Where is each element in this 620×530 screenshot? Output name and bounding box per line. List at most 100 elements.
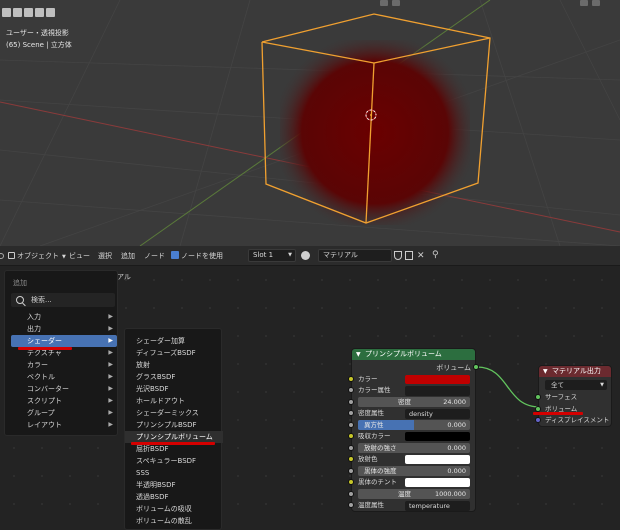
surface-input-socket[interactable] <box>535 394 541 400</box>
temperature-field[interactable]: 温度 1000.000 <box>358 489 470 499</box>
node-header[interactable]: ▼ プリンシプルボリューム <box>352 349 475 360</box>
shader-add-shader[interactable]: シェーダー加算 <box>125 335 223 347</box>
menu-item-input[interactable]: 入力 ▶ <box>11 311 117 323</box>
menu-item-label: グループ <box>27 409 55 417</box>
menu-item-vector[interactable]: ベクトル ▶ <box>11 371 117 383</box>
collapse-chevron-icon[interactable]: ▼ <box>543 366 548 377</box>
absorption-swatch[interactable] <box>405 432 470 441</box>
menu-view[interactable]: ビュー <box>69 250 90 262</box>
menu-item-color[interactable]: カラー ▶ <box>11 359 117 371</box>
shader-emission[interactable]: 放射 <box>125 359 223 371</box>
target-dropdown[interactable]: 全て ▼ <box>545 380 607 390</box>
shader-volume-scatter[interactable]: ボリュームの散乱 <box>125 515 223 527</box>
anisotropy-field[interactable]: 異方性 0.000 <box>358 420 470 430</box>
node-header[interactable]: ▼ マテリアル出力 <box>539 366 611 377</box>
add-menu-title: 追加 <box>13 279 27 287</box>
blackbody-tint-socket[interactable] <box>348 479 354 485</box>
principled-volume-node[interactable]: ▼ プリンシプルボリューム ボリューム カラー カラー属性 密度 24.000 … <box>348 348 479 512</box>
3d-viewport[interactable]: ユーザー・透視投影 (65) Scene | 立方体 <box>0 0 620 246</box>
shader-glass-bsdf[interactable]: グラスBSDF <box>125 371 223 383</box>
submenu-arrow-icon: ▶ <box>108 337 113 344</box>
slot-dropdown[interactable]: Slot 1 ▼ <box>248 249 296 262</box>
blackbody-socket[interactable] <box>348 468 354 474</box>
shader-specular-bsdf[interactable]: スペキュラーBSDF <box>125 455 223 467</box>
menu-add[interactable]: 追加 <box>121 250 135 262</box>
color-input-socket[interactable] <box>348 376 354 382</box>
overlay-options-icon[interactable] <box>392 0 400 6</box>
color-attr-field[interactable] <box>405 386 470 396</box>
view-name: ユーザー・透視投影 <box>6 29 69 37</box>
material-output-node[interactable]: ▼ マテリアル出力 全て ▼ サーフェス ボリューム ディスプレイスメント <box>535 365 612 427</box>
anisotropy-socket[interactable] <box>348 422 354 428</box>
menu-item-label: ベクトル <box>27 373 55 381</box>
search-input[interactable]: 検索... <box>11 293 115 307</box>
density-field[interactable]: 密度 24.000 <box>358 397 470 407</box>
shader-translucent-bsdf[interactable]: 半透明BSDF <box>125 479 223 491</box>
select-extend-icon[interactable] <box>13 8 22 17</box>
select-invert-icon[interactable] <box>35 8 44 17</box>
menu-item-label: カラー <box>27 361 48 369</box>
use-nodes-label: ノードを使用 <box>181 252 223 260</box>
shader-sss[interactable]: SSS <box>125 467 223 479</box>
object-mode-dropdown[interactable]: オブジェクト ▼ <box>8 250 66 262</box>
color-swatch[interactable] <box>405 375 470 384</box>
shader-principled-bsdf[interactable]: プリンシプルBSDF <box>125 419 223 431</box>
menu-item-output[interactable]: 出力 ▶ <box>11 323 117 335</box>
shader-volume-absorption[interactable]: ボリュームの吸収 <box>125 503 223 515</box>
viewport-toolbar[interactable] <box>2 8 55 17</box>
shader-transparent-bsdf[interactable]: 透過BSDF <box>125 491 223 503</box>
menu-select[interactable]: 選択 <box>98 250 112 262</box>
density-attr-field[interactable]: density <box>405 409 470 419</box>
menu-item-group[interactable]: グループ ▶ <box>11 407 117 419</box>
viewport-info: ユーザー・透視投影 (65) Scene | 立方体 <box>6 27 72 51</box>
select-intersect-icon[interactable] <box>46 8 55 17</box>
blackbody-tint-swatch[interactable] <box>405 478 470 487</box>
select-subtract-icon[interactable] <box>24 8 33 17</box>
displacement-input-socket[interactable] <box>535 417 541 423</box>
shader-holdout[interactable]: ホールドアウト <box>125 395 223 407</box>
menu-item-layout[interactable]: レイアウト ▶ <box>11 419 117 431</box>
density-attr-socket[interactable] <box>348 410 354 416</box>
duplicate-material-icon[interactable] <box>405 251 413 260</box>
pin-icon[interactable]: ⚲ <box>432 249 439 261</box>
color-attr-socket[interactable] <box>348 387 354 393</box>
overlay-toggle-icon[interactable] <box>380 0 388 6</box>
absorption-socket[interactable] <box>348 433 354 439</box>
fake-user-shield-icon[interactable] <box>394 251 402 260</box>
emission-color-swatch[interactable] <box>405 455 470 464</box>
editor-type-icon[interactable] <box>0 253 4 259</box>
shader-diffuse-bsdf[interactable]: ディフューズBSDF <box>125 347 223 359</box>
volume-output-socket[interactable] <box>473 364 479 370</box>
emission-strength-field[interactable]: 放射の強さ 0.000 <box>358 443 470 453</box>
search-placeholder: 検索... <box>31 296 52 304</box>
chevron-down-icon: ▼ <box>288 252 292 258</box>
menu-item-script[interactable]: スクリプト ▶ <box>11 395 117 407</box>
menu-item-label: 出力 <box>27 325 41 333</box>
shading-options-icon[interactable] <box>592 0 600 6</box>
select-box-icon[interactable] <box>2 8 11 17</box>
emission-color-socket[interactable] <box>348 456 354 462</box>
blackbody-field[interactable]: 黒体の強度 0.000 <box>358 466 470 476</box>
emission-strength-socket[interactable] <box>348 445 354 451</box>
temperature-socket[interactable] <box>348 491 354 497</box>
material-browse-icon[interactable] <box>301 251 310 260</box>
surface-label: サーフェス <box>545 393 578 401</box>
material-name-field[interactable]: マテリアル <box>318 249 392 262</box>
density-socket[interactable] <box>348 399 354 405</box>
shader-mix-shader[interactable]: シェーダーミックス <box>125 407 223 419</box>
temperature-attr-socket[interactable] <box>348 502 354 508</box>
menu-item-converter[interactable]: コンバーター ▶ <box>11 383 117 395</box>
blackbody-label: 黒体の強度 <box>364 467 397 475</box>
menu-item-label: 入力 <box>27 313 41 321</box>
unlink-material-icon[interactable]: ✕ <box>417 250 425 262</box>
mode-label: オブジェクト <box>17 252 59 260</box>
collapse-chevron-icon[interactable]: ▼ <box>356 349 361 360</box>
shading-toggle-icon[interactable] <box>580 0 588 6</box>
menu-node[interactable]: ノード <box>144 250 165 262</box>
use-nodes-checkbox[interactable]: ノードを使用 <box>171 250 223 262</box>
shader-glossy-bsdf[interactable]: 光沢BSDF <box>125 383 223 395</box>
submenu-arrow-icon: ▶ <box>108 421 113 428</box>
menu-item-shader[interactable]: シェーダー ▶ <box>11 335 117 347</box>
temperature-attr-field[interactable]: temperature <box>405 501 470 511</box>
temperature-value: 1000.000 <box>434 490 466 498</box>
